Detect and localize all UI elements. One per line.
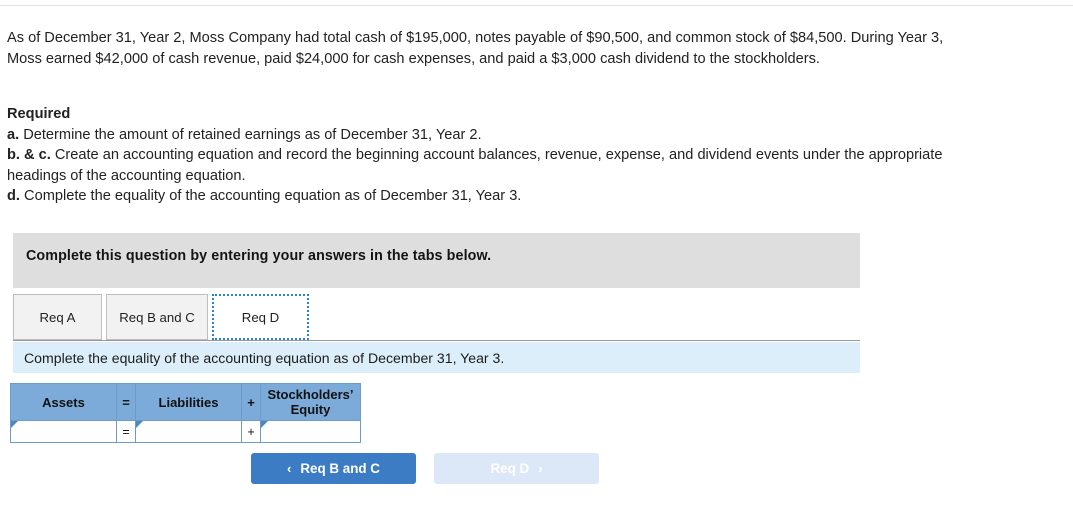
cell-marker-icon — [136, 421, 143, 428]
required-item-d: d. Complete the equality of the accounti… — [7, 186, 952, 207]
header-liabilities: Liabilities — [135, 383, 242, 421]
cell-marker-icon — [261, 421, 268, 428]
cell-liabilities[interactable] — [135, 420, 242, 443]
chevron-left-icon: ‹ — [287, 461, 292, 476]
chevron-right-icon: › — [538, 461, 543, 476]
required-item-a: a. Determine the amount of retained earn… — [7, 125, 952, 146]
operator-equals: = — [116, 420, 136, 443]
header-plus: + — [241, 383, 261, 421]
table-row: = + — [10, 420, 361, 443]
required-item-d-label: d. — [7, 188, 20, 204]
tab-instruction-text: Complete the equality of the accounting … — [24, 349, 505, 366]
tab-strip: Req A Req B and C Req D — [13, 294, 860, 341]
next-button-label: Req D — [490, 461, 530, 476]
tab-req-a-label: Req A — [39, 309, 76, 325]
header-stockholders-equity: Stockholders’ Equity — [260, 383, 361, 421]
cell-assets[interactable] — [10, 420, 117, 443]
operator-plus: + — [241, 420, 261, 443]
required-heading: Required — [7, 106, 71, 122]
header-assets: Assets — [10, 383, 117, 421]
cell-marker-icon — [11, 421, 18, 428]
tab-req-d-label: Req D — [241, 309, 280, 325]
table-header-row: Assets = Liabilities + Stockholders’ Equ… — [10, 383, 361, 421]
required-item-a-text: Determine the amount of retained earning… — [19, 126, 482, 143]
tab-instruction-bar: Complete the equality of the accounting … — [13, 342, 860, 373]
tab-req-a[interactable]: Req A — [13, 294, 102, 340]
problem-paragraph: As of December 31, Year 2, Moss Company … — [7, 30, 944, 67]
next-req-d-button[interactable]: Req D › — [434, 453, 599, 484]
instruction-banner-text: Complete this question by entering your … — [26, 248, 492, 264]
prev-button-label: Req B and C — [300, 461, 380, 476]
stockholders-equity-input[interactable] — [261, 421, 360, 442]
header-equals: = — [116, 383, 136, 421]
required-item-bc-label: b. & c. — [7, 147, 51, 163]
tab-req-b-and-c[interactable]: Req B and C — [106, 294, 208, 340]
required-item-bc-text: Create an accounting equation and record… — [7, 147, 943, 184]
required-item-d-text: Complete the equality of the accounting … — [19, 188, 522, 204]
required-section: Required a. Determine the amount of reta… — [7, 104, 952, 207]
accounting-equation-table: Assets = Liabilities + Stockholders’ Equ… — [10, 383, 361, 443]
instruction-banner: Complete this question by entering your … — [13, 233, 860, 288]
navigation-bar: ‹ Req B and C Req D › — [251, 453, 599, 484]
assets-input[interactable] — [11, 421, 116, 442]
required-item-a-label: a. — [7, 126, 20, 143]
liabilities-input[interactable] — [136, 421, 241, 442]
problem-statement: As of December 31, Year 2, Moss Company … — [7, 28, 947, 69]
tab-req-d[interactable]: Req D — [212, 294, 309, 340]
required-item-bc: b. & c. Create an accounting equation an… — [7, 145, 952, 186]
top-divider — [0, 5, 1073, 6]
prev-req-b-and-c-button[interactable]: ‹ Req B and C — [251, 453, 416, 484]
tab-req-b-and-c-label: Req B and C — [119, 309, 195, 325]
cell-stockholders-equity[interactable] — [260, 420, 361, 443]
tab-strip-underline — [13, 340, 860, 341]
